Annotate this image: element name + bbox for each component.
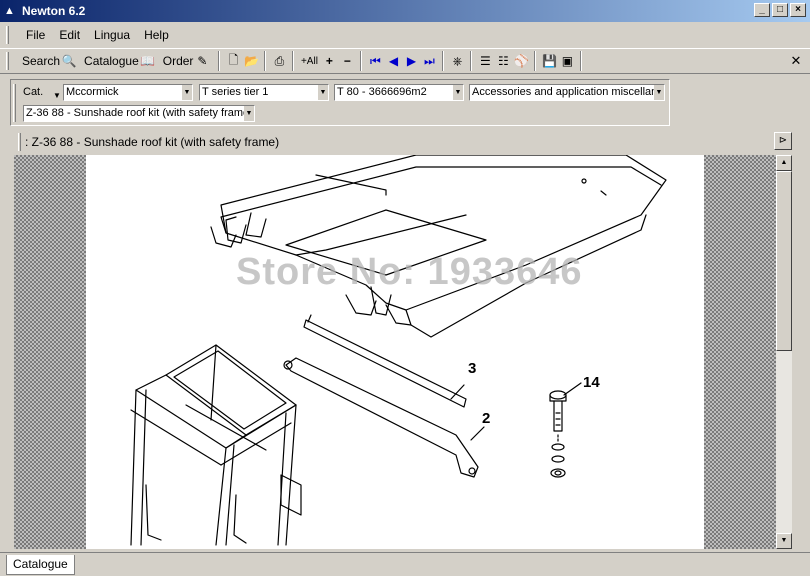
remove-icon[interactable]: − bbox=[338, 52, 356, 70]
menu-edit[interactable]: Edit bbox=[52, 28, 87, 42]
current-part-path: : Z-36 88 - Sunshade roof kit (with safe… bbox=[25, 135, 280, 149]
scroll-down-icon[interactable]: ▼ bbox=[776, 533, 792, 549]
bar-part-2[interactable] bbox=[283, 357, 479, 478]
title-bar: ▲ Newton 6.2 _ □ × bbox=[0, 0, 810, 22]
callout-2[interactable]: 2 bbox=[482, 410, 490, 427]
close-window-button[interactable]: × bbox=[790, 3, 806, 17]
minimize-button[interactable]: _ bbox=[754, 3, 770, 17]
brand-select[interactable]: Mccormick ▼ bbox=[63, 84, 193, 101]
close-icon[interactable]: ✕ bbox=[786, 51, 806, 71]
menu-file[interactable]: File bbox=[19, 28, 52, 42]
part-select[interactable]: Z-36 88 - Sunshade roof kit (with safety… bbox=[23, 105, 255, 122]
main-toolbar: Search 🔍 Catalogue 📖 Order ✎ 🗋 📂 ⎙ + All … bbox=[0, 48, 810, 74]
menu-lingua[interactable]: Lingua bbox=[87, 28, 137, 42]
add-all-icon[interactable]: + All bbox=[298, 52, 320, 70]
add-all-label: All bbox=[306, 55, 318, 67]
chevron-down-icon[interactable]: ▼ bbox=[244, 106, 254, 121]
scroll-thumb[interactable] bbox=[776, 171, 792, 351]
series-select[interactable]: T series tier 1 ▼ bbox=[199, 84, 329, 101]
roof-canopy[interactable] bbox=[210, 155, 667, 338]
catalogue-button[interactable]: Catalogue 📖 bbox=[81, 50, 160, 72]
toolbar-separator bbox=[264, 51, 267, 71]
fit-screen-icon[interactable]: ▣ bbox=[558, 52, 576, 70]
maximize-button[interactable]: □ bbox=[772, 3, 788, 17]
model-value: T 80 - 3666696m2 bbox=[337, 86, 427, 98]
toolbar-separator bbox=[360, 51, 363, 71]
book-icon: 📖 bbox=[140, 54, 156, 68]
toolbar-separator bbox=[218, 51, 221, 71]
open-folder-icon[interactable]: 📂 bbox=[242, 52, 260, 70]
list-add-icon[interactable]: ☷ bbox=[494, 52, 512, 70]
chevron-down-icon[interactable]: ▼ bbox=[318, 85, 328, 100]
chevron-down-icon[interactable]: ▼ bbox=[453, 85, 463, 100]
tree-view-icon[interactable]: ☰ bbox=[476, 52, 494, 70]
menu-bar: File Edit Lingua Help bbox=[0, 24, 810, 46]
store-watermark: Store No: 1933646 bbox=[236, 251, 583, 293]
exploded-view-svg: 3 2 14 bbox=[130, 155, 667, 546]
pathbar-grip[interactable] bbox=[18, 133, 21, 151]
brand-value: Mccormick bbox=[66, 86, 119, 98]
scroll-up-icon[interactable]: ▲ bbox=[776, 155, 792, 171]
save-disk-icon[interactable]: 💾 bbox=[540, 52, 558, 70]
bolt-part-14[interactable] bbox=[549, 390, 567, 478]
model-select[interactable]: T 80 - 3666696m2 ▼ bbox=[334, 84, 464, 101]
selection-panel: Cat. ▼ Mccormick ▼ T series tier 1 ▼ T 8… bbox=[10, 79, 670, 126]
menu-help[interactable]: Help bbox=[137, 28, 176, 42]
toolbar-separator bbox=[470, 51, 473, 71]
next-record-icon[interactable]: ▶ bbox=[402, 52, 420, 70]
leader-line-2 bbox=[470, 426, 485, 441]
selection-grip[interactable] bbox=[13, 84, 16, 122]
toolbar-separator bbox=[442, 51, 445, 71]
pen-icon: ✎ bbox=[197, 54, 208, 68]
part-value: Z-36 88 - Sunshade roof kit (with safety… bbox=[26, 107, 250, 119]
cat-caret-icon[interactable]: ▼ bbox=[53, 91, 61, 100]
search-button[interactable]: Search 🔍 bbox=[19, 50, 81, 72]
new-document-icon[interactable]: 🗋 bbox=[224, 52, 242, 70]
search-label: Search bbox=[22, 54, 61, 68]
window-controls: _ □ × bbox=[754, 3, 806, 17]
toolbar-grip[interactable] bbox=[6, 52, 9, 70]
window-title: Newton 6.2 bbox=[22, 4, 86, 18]
toolbar-separator bbox=[580, 51, 583, 71]
first-record-icon[interactable]: ⏮ bbox=[366, 52, 384, 70]
drawing-viewport[interactable]: 3 2 14 Store No: 1933646 bbox=[14, 155, 776, 549]
print-icon[interactable]: ⎙ bbox=[270, 52, 288, 70]
chevron-down-icon[interactable]: ▼ bbox=[654, 85, 664, 100]
previous-record-icon[interactable]: ◀ bbox=[384, 52, 402, 70]
magnifier-icon: 🔍 bbox=[61, 54, 77, 68]
tab-bar: Catalogue bbox=[0, 552, 810, 576]
binoculars-icon[interactable]: ⚾ bbox=[512, 52, 530, 70]
find-replace-icon[interactable]: ⎈ bbox=[448, 52, 466, 70]
toolbar-separator bbox=[534, 51, 537, 71]
tab-catalogue[interactable]: Catalogue bbox=[6, 555, 75, 575]
callout-14[interactable]: 14 bbox=[583, 374, 600, 391]
callout-3[interactable]: 3 bbox=[468, 360, 476, 377]
toolbar-separator bbox=[292, 51, 295, 71]
app-icon: ▲ bbox=[4, 5, 15, 17]
menubar-grip[interactable] bbox=[6, 26, 9, 44]
order-button[interactable]: Order ✎ bbox=[160, 50, 215, 72]
pin-icon[interactable]: ⊳ bbox=[774, 132, 792, 150]
parts-drawing[interactable]: 3 2 14 Store No: 1933646 bbox=[86, 155, 704, 549]
strip-part-3[interactable] bbox=[303, 314, 467, 408]
group-value: Accessories and application miscellane bbox=[472, 86, 664, 98]
last-record-icon[interactable]: ⏭ bbox=[420, 52, 438, 70]
chevron-down-icon[interactable]: ▼ bbox=[182, 85, 192, 100]
vertical-scrollbar[interactable]: ▲ ▼ bbox=[776, 155, 792, 549]
path-bar: : Z-36 88 - Sunshade roof kit (with safe… bbox=[10, 130, 796, 154]
catalogue-label: Catalogue bbox=[84, 54, 139, 68]
cat-label[interactable]: Cat. bbox=[23, 86, 43, 98]
group-select[interactable]: Accessories and application miscellane ▼ bbox=[469, 84, 665, 101]
order-label: Order bbox=[162, 54, 194, 68]
safety-frame[interactable] bbox=[130, 344, 302, 546]
leader-line-14 bbox=[563, 382, 582, 396]
add-icon[interactable]: + bbox=[320, 52, 338, 70]
series-value: T series tier 1 bbox=[202, 86, 269, 98]
